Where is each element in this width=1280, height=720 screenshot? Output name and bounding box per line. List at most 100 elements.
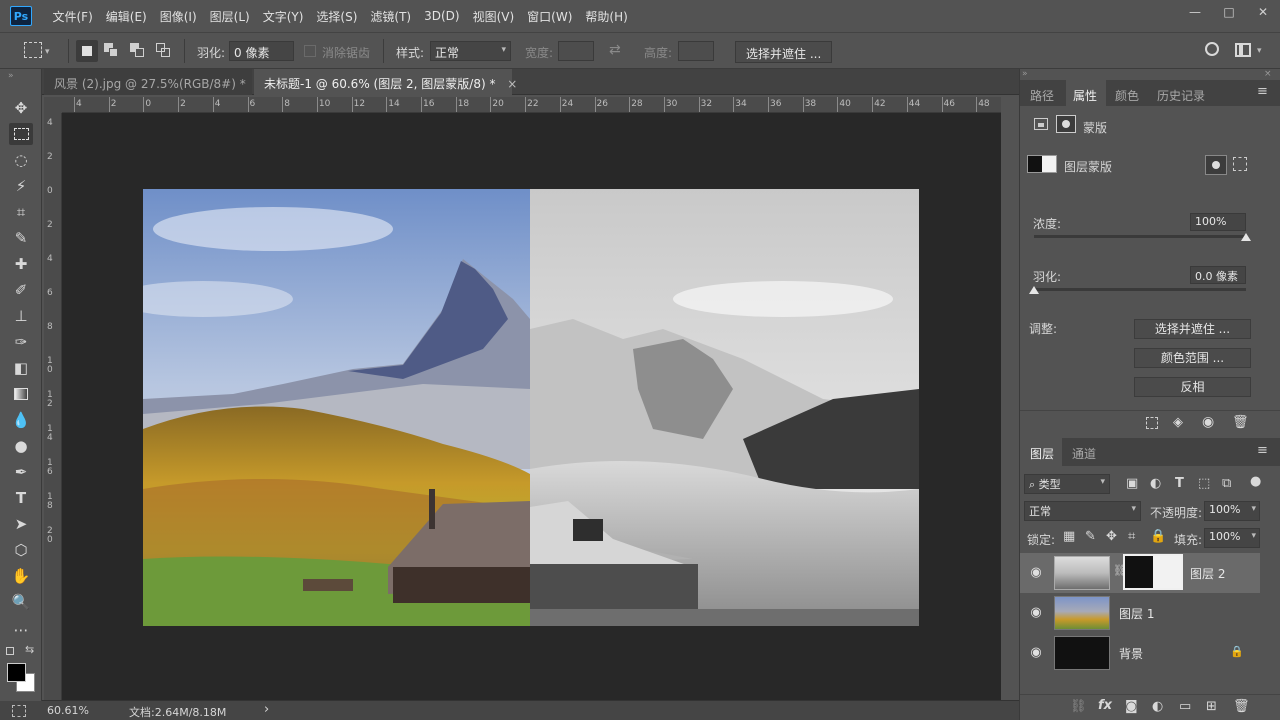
- feather-input[interactable]: 0 像素: [229, 41, 294, 61]
- select-and-mask-panel-button[interactable]: 选择并遮住 ...: [1134, 319, 1251, 339]
- more-tools-icon[interactable]: ⋯: [9, 619, 33, 641]
- link-icon[interactable]: ⛓: [1070, 699, 1087, 714]
- menu-select[interactable]: 选择(S): [310, 8, 364, 25]
- search-icon[interactable]: [1205, 42, 1219, 56]
- lasso-tool-icon[interactable]: ◌: [9, 149, 33, 171]
- gradient-tool-icon[interactable]: [9, 383, 33, 405]
- tab-properties[interactable]: 属性: [1073, 87, 1097, 104]
- chevron-down-icon[interactable]: ▾: [45, 47, 50, 57]
- group-icon[interactable]: ▭: [1179, 699, 1191, 714]
- history-brush-tool-icon[interactable]: ✑: [9, 331, 33, 353]
- layer-filter-select[interactable]: ⌕ 类型 ▾: [1024, 474, 1110, 494]
- visibility-eye-icon[interactable]: ◉: [1028, 645, 1044, 661]
- lock-position-icon[interactable]: ✥: [1106, 529, 1117, 544]
- foreground-color-swatch[interactable]: [7, 663, 26, 682]
- height-input[interactable]: [678, 41, 714, 61]
- healing-brush-tool-icon[interactable]: ✚: [9, 253, 33, 275]
- menu-layer[interactable]: 图层(L): [203, 8, 256, 25]
- menu-help[interactable]: 帮助(H): [579, 8, 634, 25]
- tab-close-icon[interactable]: ×: [507, 77, 517, 91]
- default-colors-icon[interactable]: [6, 647, 14, 655]
- menu-type[interactable]: 文字(Y): [256, 8, 310, 25]
- lock-transparent-icon[interactable]: ▦: [1063, 529, 1075, 544]
- select-and-mask-button[interactable]: 选择并遮住 ...: [735, 41, 833, 63]
- pen-tool-icon[interactable]: ✒: [9, 461, 33, 483]
- select-pixel-mask-icon[interactable]: [1205, 155, 1227, 175]
- tab-layers[interactable]: 图层: [1030, 445, 1054, 462]
- tab-landscape[interactable]: 风景 (2).jpg @ 27.5%(RGB/8#) * ×: [44, 69, 268, 95]
- menu-file[interactable]: 文件(F): [46, 8, 99, 25]
- tab-color[interactable]: 颜色: [1115, 87, 1139, 104]
- layer-name[interactable]: 背景: [1119, 645, 1143, 662]
- move-tool-icon[interactable]: ✥: [9, 97, 33, 119]
- clone-stamp-tool-icon[interactable]: ⊥: [9, 305, 33, 327]
- feather-input-panel[interactable]: 0.0 像素: [1190, 266, 1246, 284]
- tab-channels[interactable]: 通道: [1072, 445, 1096, 462]
- path-selection-tool-icon[interactable]: ➤: [9, 513, 33, 535]
- panel-menu-icon[interactable]: ≡: [1257, 443, 1268, 458]
- lock-image-icon[interactable]: ✎: [1085, 529, 1096, 544]
- close-panel-icon[interactable]: ×: [1264, 69, 1272, 79]
- filter-adjustment-icon[interactable]: ◐: [1150, 476, 1161, 491]
- zoom-tool-icon[interactable]: 🔍: [9, 591, 33, 613]
- new-layer-icon[interactable]: ⊞: [1206, 699, 1217, 714]
- shape-tool-icon[interactable]: ⬡: [9, 539, 33, 561]
- layer-thumbnail[interactable]: [1054, 556, 1110, 590]
- tab-paths[interactable]: 路径: [1030, 87, 1054, 104]
- add-mask-icon[interactable]: ◙: [1125, 699, 1138, 714]
- visibility-eye-icon[interactable]: ◉: [1028, 605, 1044, 621]
- add-vector-mask-icon[interactable]: [1233, 157, 1247, 171]
- lock-artboard-icon[interactable]: ⌗: [1128, 529, 1135, 544]
- hand-tool-icon[interactable]: ✋: [9, 565, 33, 587]
- feather-slider[interactable]: [1034, 288, 1246, 291]
- panel-menu-icon[interactable]: ≡: [1257, 84, 1268, 99]
- menu-filter[interactable]: 滤镜(T): [364, 8, 418, 25]
- marquee-tool-preset-icon[interactable]: [24, 42, 42, 58]
- menu-view[interactable]: 视图(V): [466, 8, 521, 25]
- invert-button[interactable]: 反相: [1134, 377, 1251, 397]
- density-input[interactable]: 100%: [1190, 213, 1246, 231]
- document-image[interactable]: [143, 189, 919, 626]
- adjustment-icon[interactable]: ◐: [1152, 699, 1163, 714]
- close-button[interactable]: ✕: [1246, 0, 1280, 24]
- blur-tool-icon[interactable]: 💧: [9, 409, 33, 431]
- antialias-checkbox[interactable]: [304, 45, 316, 57]
- layer-mask-thumbnail[interactable]: [1123, 554, 1183, 590]
- magic-wand-tool-icon[interactable]: ⚡: [9, 175, 33, 197]
- filter-toggle-icon[interactable]: ●: [1250, 474, 1261, 489]
- eyedropper-tool-icon[interactable]: ✎: [9, 227, 33, 249]
- trash-icon[interactable]: 🗑: [1233, 699, 1250, 714]
- layer-row-1[interactable]: ◉ 图层 1: [1020, 593, 1260, 633]
- menu-window[interactable]: 窗口(W): [521, 8, 579, 25]
- feather-slider-thumb[interactable]: [1029, 286, 1039, 294]
- swap-colors-icon[interactable]: ⇆: [25, 643, 34, 656]
- crop-tool-icon[interactable]: ⌗: [9, 201, 33, 223]
- mask-visibility-eye-icon[interactable]: ◉: [1202, 414, 1214, 430]
- layer-name[interactable]: 图层 1: [1119, 605, 1154, 622]
- collapse-icon[interactable]: »: [1022, 69, 1028, 79]
- tab-untitled-1[interactable]: 未标题-1 @ 60.6% (图层 2, 图层蒙版/8) * ×: [254, 69, 517, 95]
- style-select[interactable]: 正常 ▾: [430, 41, 511, 61]
- width-input[interactable]: [558, 41, 594, 61]
- pixel-mask-icon[interactable]: [1034, 118, 1048, 130]
- density-slider[interactable]: [1034, 235, 1246, 238]
- opacity-input[interactable]: 100% ▾: [1204, 501, 1260, 521]
- zoom-level[interactable]: 60.61%: [47, 704, 89, 717]
- dodge-tool-icon[interactable]: ●: [9, 435, 33, 457]
- mask-icon[interactable]: [1056, 115, 1076, 133]
- screen-mode-icon[interactable]: [12, 705, 26, 717]
- delete-mask-trash-icon[interactable]: 🗑: [1232, 415, 1249, 430]
- visibility-eye-icon[interactable]: ◉: [1028, 565, 1044, 581]
- fill-input[interactable]: 100% ▾: [1204, 528, 1260, 548]
- load-selection-icon[interactable]: [1146, 417, 1158, 429]
- density-slider-thumb[interactable]: [1241, 233, 1251, 241]
- status-arrow-icon[interactable]: ›: [264, 702, 269, 717]
- layer-thumbnail[interactable]: [1054, 636, 1110, 670]
- fx-icon[interactable]: fx: [1098, 698, 1112, 713]
- lock-all-icon[interactable]: 🔒: [1150, 529, 1166, 544]
- color-range-button[interactable]: 颜色范围 ...: [1134, 348, 1251, 368]
- minimize-button[interactable]: —: [1178, 0, 1212, 24]
- collapse-icon[interactable]: »: [8, 71, 14, 81]
- filter-type-icon[interactable]: T: [1175, 476, 1184, 491]
- maximize-button[interactable]: □: [1212, 0, 1246, 24]
